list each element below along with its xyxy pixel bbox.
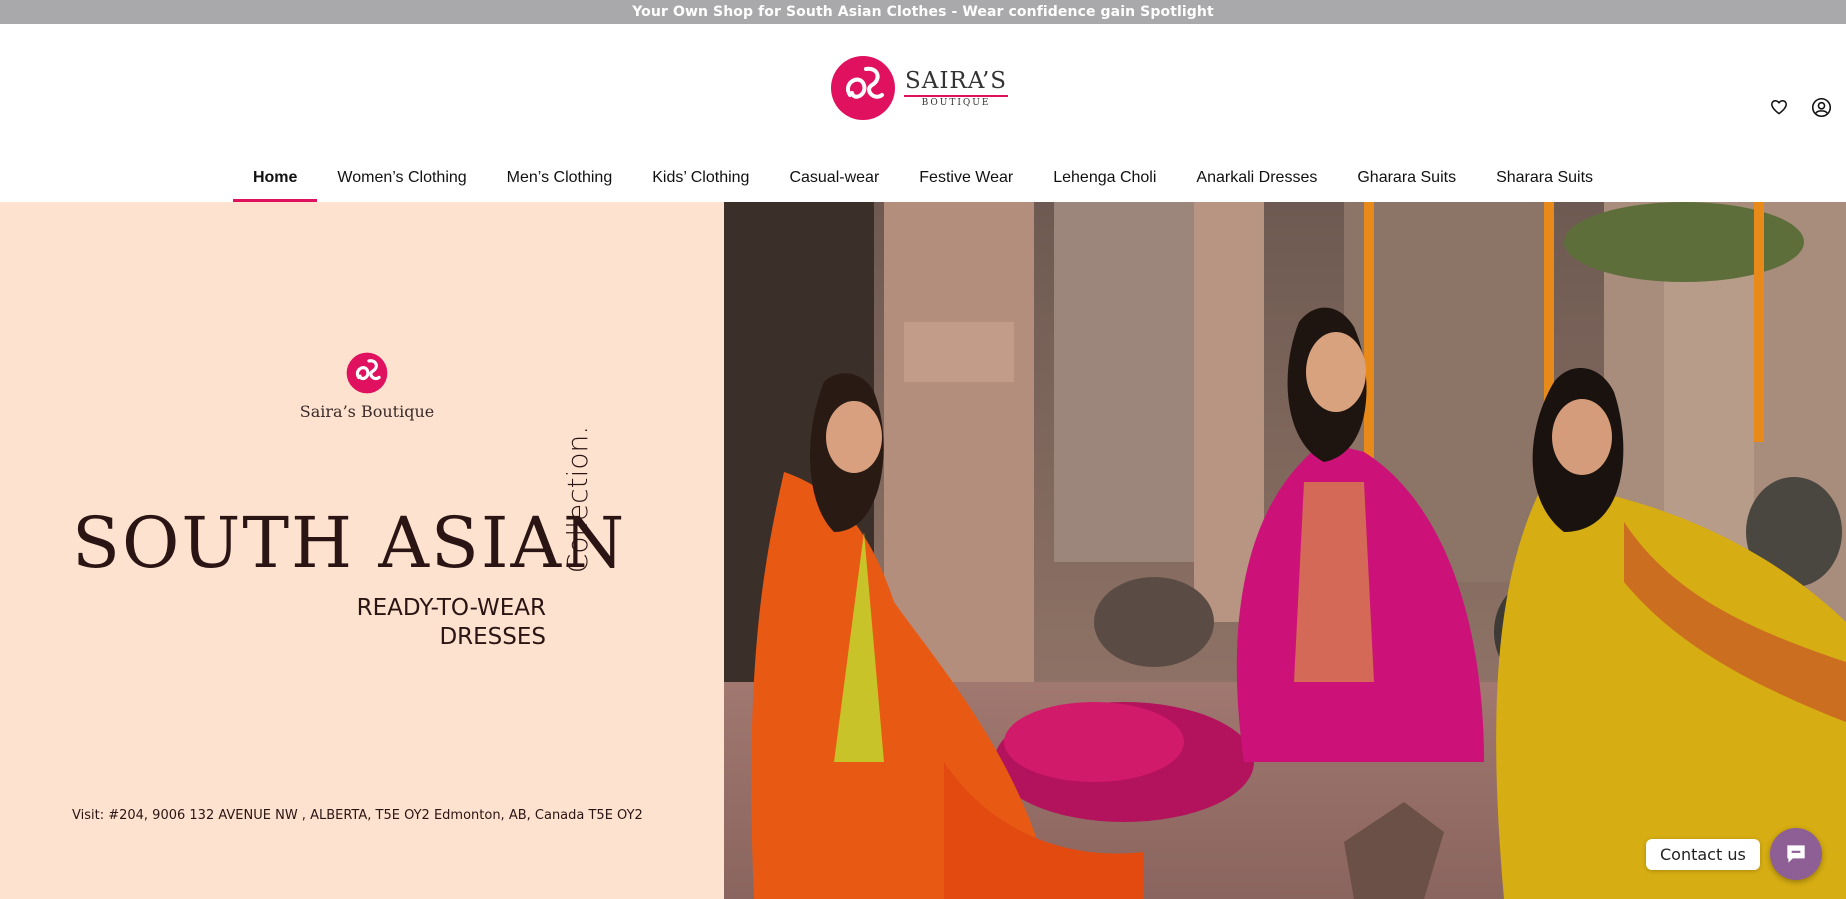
header-actions [1768, 96, 1832, 118]
site-header: SAIRA’S BOUTIQUE [0, 24, 1846, 177]
logo-mark-icon [346, 352, 388, 394]
logo-subtitle: BOUTIQUE [921, 97, 991, 108]
account-button[interactable] [1810, 96, 1832, 118]
hero-promo-panel: Saira’s Boutique SOUTH ASIAN Collection.… [0, 202, 724, 899]
nav-item-festive-wear[interactable]: Festive Wear [899, 153, 1033, 202]
logo-name: SAIRA’S [904, 67, 1008, 94]
hero-headline: SOUTH ASIAN [72, 502, 627, 584]
user-icon [1811, 97, 1831, 117]
nav-item-sharara-suits[interactable]: Sharara Suits [1476, 153, 1613, 202]
subhead-line-2: DRESSES [439, 624, 546, 650]
logo-divider [904, 94, 1008, 97]
nav-item-womens-clothing[interactable]: Women’s Clothing [317, 153, 486, 202]
models-photo-image [724, 202, 1846, 899]
nav-item-mens-clothing[interactable]: Men’s Clothing [487, 153, 633, 202]
hero-banner[interactable]: Saira’s Boutique SOUTH ASIAN Collection.… [0, 202, 1846, 899]
subhead-line-1: READY-TO-WEAR [356, 595, 546, 621]
contact-button[interactable] [1769, 828, 1822, 880]
announcement-text: Your Own Shop for South Asian Clothes - … [632, 4, 1214, 20]
logo-wordmark: SAIRA’S BOUTIQUE [904, 69, 1008, 108]
nav-item-gharara-suits[interactable]: Gharara Suits [1337, 153, 1476, 202]
promo-logo: Saira’s Boutique [298, 352, 436, 421]
site-logo[interactable]: SAIRA’S BOUTIQUE [830, 54, 1010, 122]
chat-icon [1787, 845, 1805, 863]
logo-mark-icon [831, 56, 895, 120]
nav-item-casual-wear[interactable]: Casual-wear [769, 153, 899, 202]
main-navigation: Home Women’s Clothing Men’s Clothing Kid… [0, 153, 1846, 202]
promo-brand-name: Saira’s Boutique [299, 402, 435, 421]
hero-collection-label: Collection. [558, 424, 598, 574]
nav-item-anarkali-dresses[interactable]: Anarkali Dresses [1176, 153, 1337, 202]
heart-icon [1770, 100, 1788, 115]
nav-item-kids-clothing[interactable]: Kids’ Clothing [632, 153, 769, 202]
contact-widget: Contact us [1646, 828, 1822, 880]
store-address: Visit: #204, 9006 132 AVENUE NW , ALBERT… [72, 808, 643, 823]
collection-text: Collection. [561, 425, 595, 573]
announcement-bar: Your Own Shop for South Asian Clothes - … [0, 0, 1846, 24]
contact-us-label[interactable]: Contact us [1646, 838, 1760, 870]
nav-item-home[interactable]: Home [232, 153, 318, 202]
hero-photo [724, 202, 1846, 899]
nav-item-lehenga-choli[interactable]: Lehenga Choli [1033, 153, 1176, 202]
hero-subheadline: READY-TO-WEAR DRESSES [280, 594, 546, 652]
wishlist-button[interactable] [1768, 96, 1790, 118]
